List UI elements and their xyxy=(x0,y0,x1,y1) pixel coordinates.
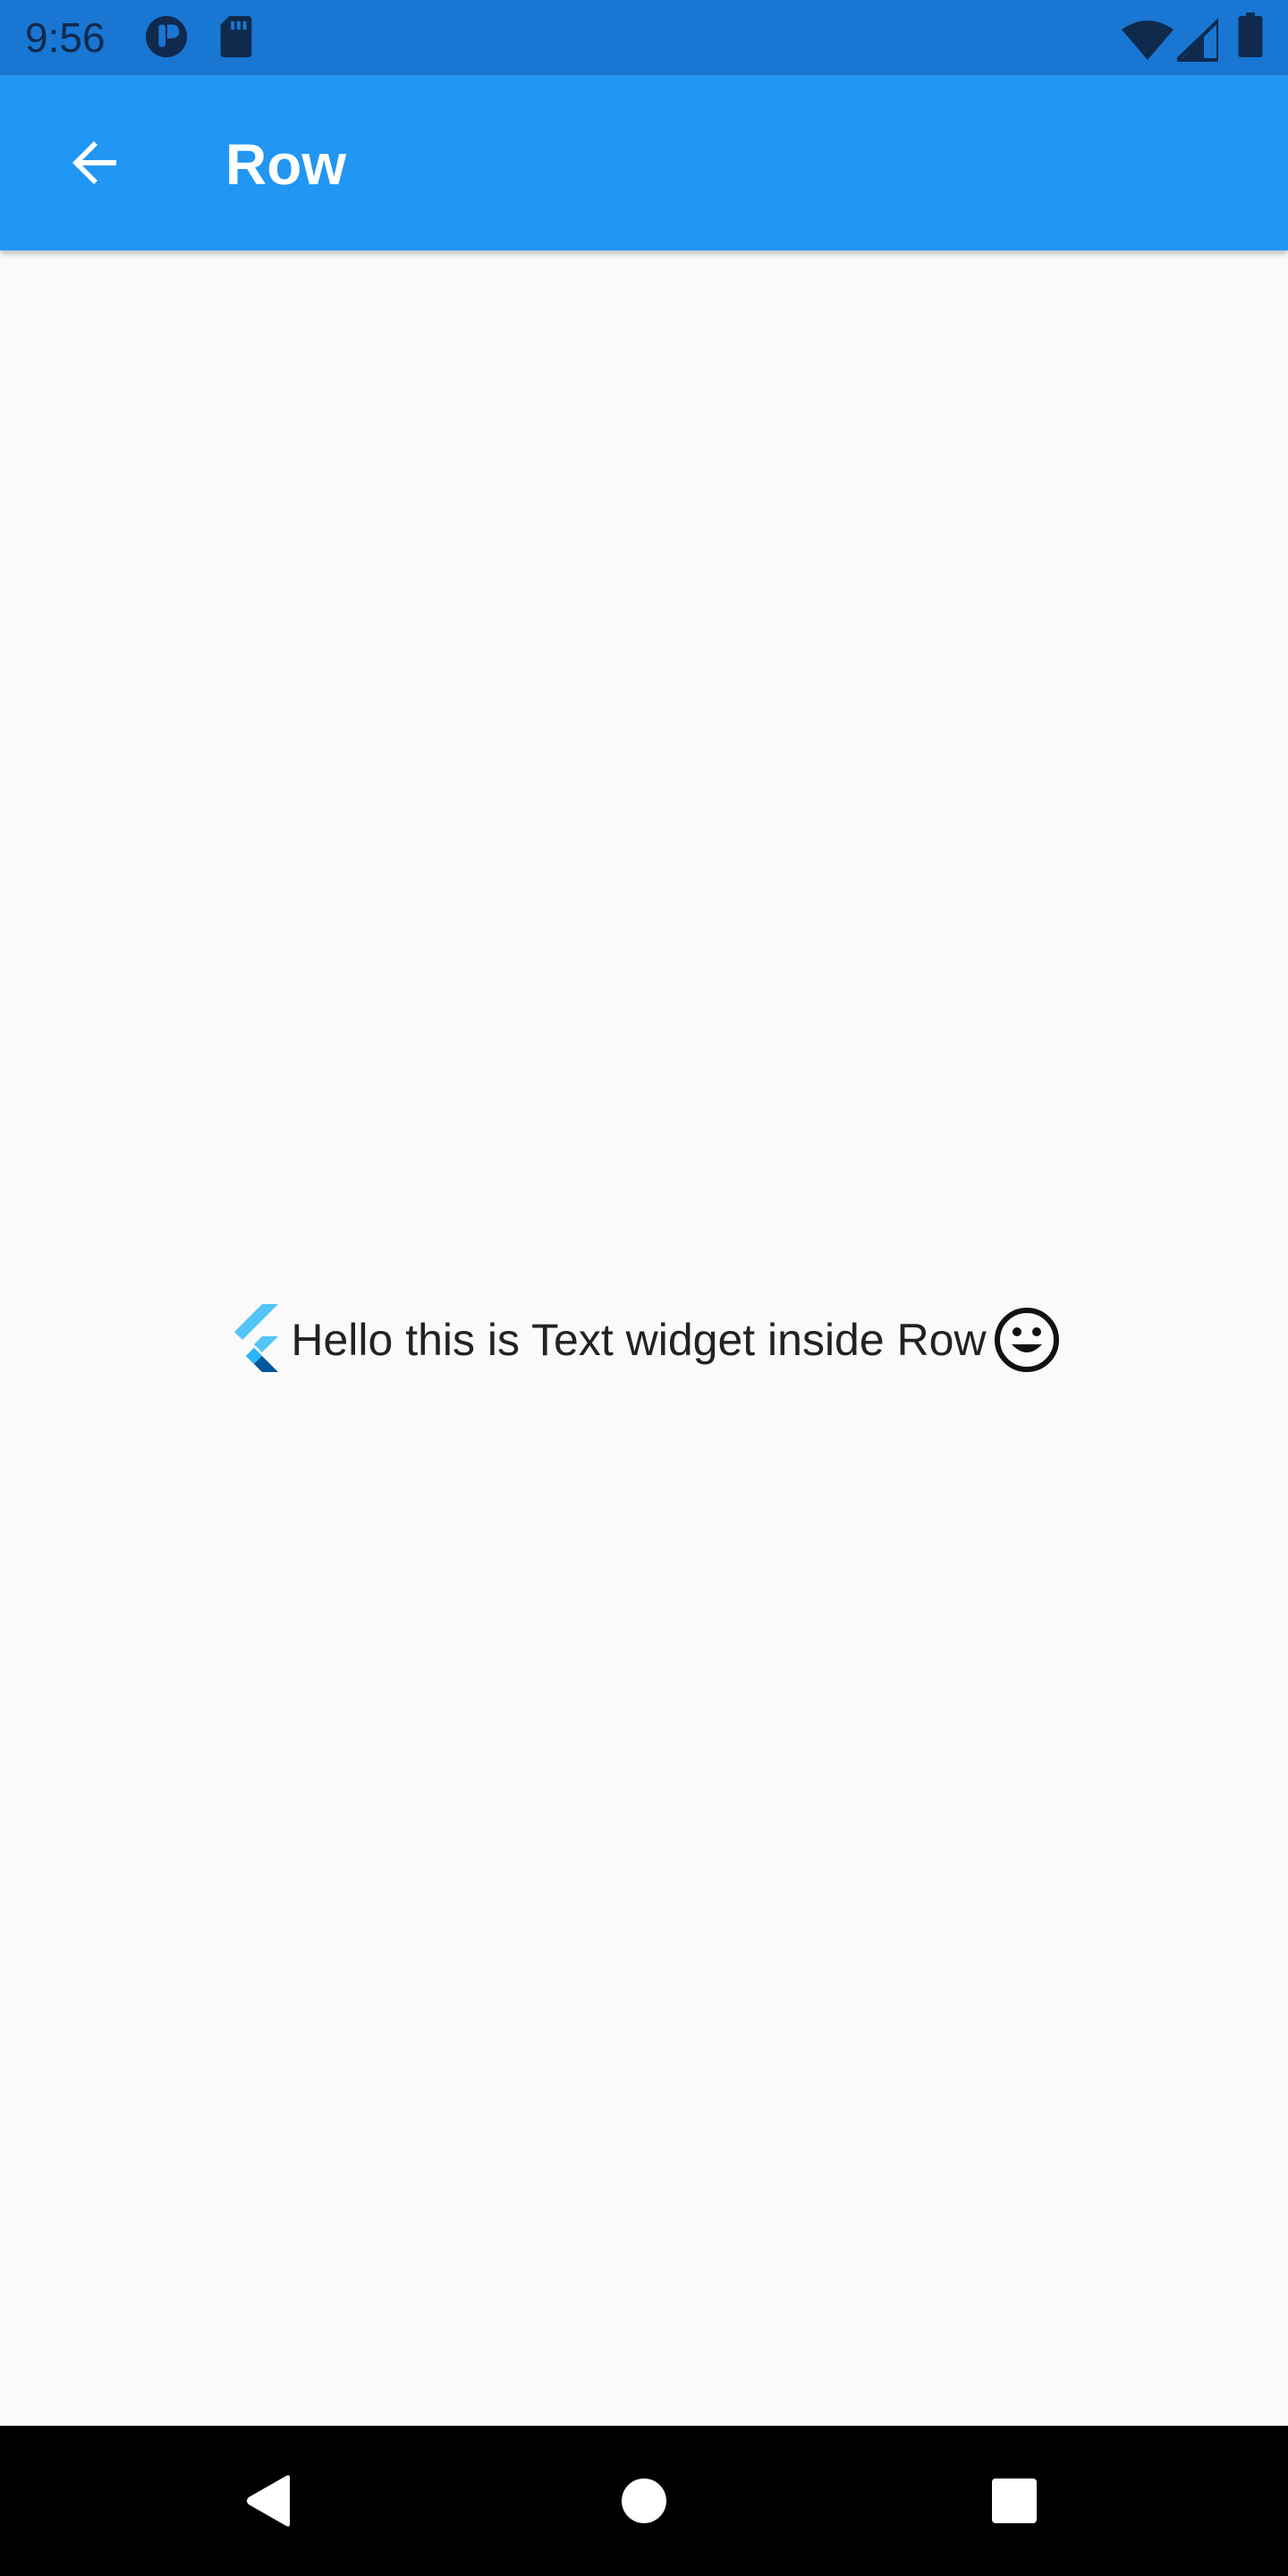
system-nav-bar xyxy=(0,2426,1288,2576)
row-text: Hello this is Text widget inside Row xyxy=(291,1315,987,1365)
smiley-face-icon xyxy=(994,1308,1059,1372)
battery-icon xyxy=(1238,13,1263,57)
arrow-back-icon xyxy=(72,141,116,184)
main-content: Hello this is Text widget inside Row xyxy=(0,250,1288,2426)
notification-app-icon xyxy=(145,15,188,58)
status-time: 9:56 xyxy=(25,14,106,61)
square-recents-icon xyxy=(992,2479,1037,2523)
page-title: Row xyxy=(225,132,347,197)
triangle-back-icon xyxy=(247,2475,290,2527)
wifi-icon xyxy=(1122,21,1174,60)
sd-card-icon xyxy=(220,15,252,58)
content-row: Hello this is Text widget inside Row xyxy=(0,1302,1288,1377)
flutter-logo-icon xyxy=(234,1304,279,1372)
nav-recents-button[interactable] xyxy=(977,2463,1052,2538)
nav-home-button[interactable] xyxy=(606,2463,682,2538)
back-button[interactable] xyxy=(47,114,143,211)
status-bar: 9:56 xyxy=(0,0,1288,75)
circle-home-icon xyxy=(622,2479,666,2523)
cell-signal-icon xyxy=(1177,18,1218,62)
nav-back-button[interactable] xyxy=(231,2463,306,2538)
app-bar: Row xyxy=(0,75,1288,250)
